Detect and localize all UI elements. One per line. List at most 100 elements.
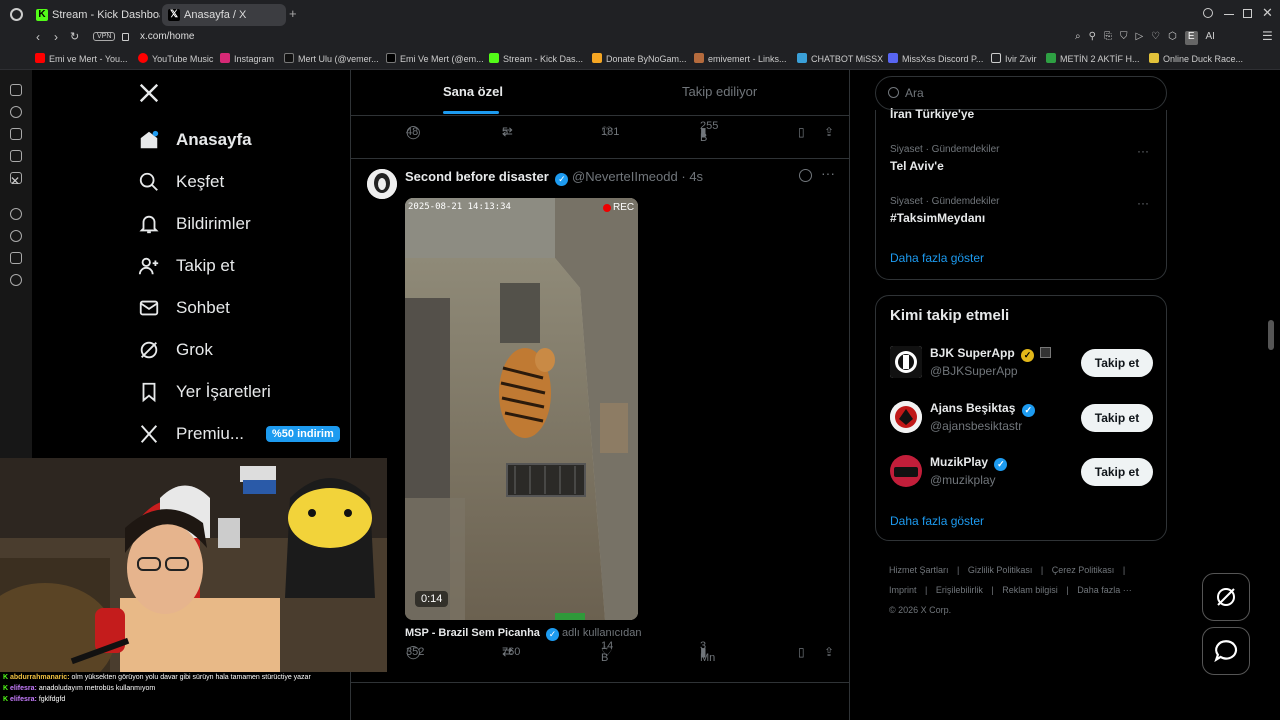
maximize-button[interactable] — [1243, 9, 1252, 18]
snapshot-icon[interactable]: ⎘ — [1104, 31, 1112, 45]
heart-icon[interactable]: ♡ — [1151, 31, 1160, 45]
messages-floating-button[interactable] — [1202, 627, 1250, 675]
avatar[interactable] — [890, 455, 922, 487]
nav-item-chat[interactable]: Sohbet — [138, 294, 230, 322]
footer-link[interactable]: Hizmet Şartları — [889, 565, 949, 575]
bookmark-item[interactable]: MissXss Discord P... — [888, 52, 983, 66]
bookmark-item[interactable]: Online Duck Race... — [1149, 52, 1243, 66]
nav-item-premium[interactable]: Premiu... %50 indirim — [138, 420, 340, 448]
trend-item[interactable]: Siyaset · Gündemdekiler Tel Aviv'e ··· — [890, 144, 1155, 173]
pin-icon[interactable]: ⚲ — [1089, 31, 1096, 45]
post-time[interactable]: 4s — [689, 169, 703, 184]
footer-link[interactable]: Çerez Politikası — [1052, 565, 1115, 575]
bookmark-item[interactable]: YouTube Music — [138, 52, 213, 66]
nav-item-follow[interactable]: Takip et — [138, 252, 235, 280]
show-more-link[interactable]: Daha fazla göster — [890, 251, 984, 265]
bookmark-item[interactable]: emivemert - Links... — [694, 52, 787, 66]
post-video[interactable]: 2025-08-21 14:13:34 REC 0:14 — [405, 198, 638, 620]
sidebar-app-icon[interactable] — [10, 252, 22, 264]
post-author-handle[interactable]: @NeverteIImeodd — [572, 169, 678, 184]
bookmark-item[interactable]: CHATBOT MiSSX — [797, 52, 883, 66]
scrollbar[interactable] — [1268, 320, 1274, 350]
more-options-icon[interactable]: ··· — [1137, 144, 1149, 158]
nav-item-label: Yer İşaretleri — [176, 382, 271, 401]
video-source-account[interactable]: MSP - Brazil Sem Picanha — [405, 627, 540, 639]
tab-kick-dashboard[interactable]: K Stream - Kick Dashboard — [30, 4, 160, 26]
follow-suggestion[interactable]: MuzikPlay ✓ @muzikplay Takip et — [876, 453, 1166, 493]
sidebar-x-icon[interactable]: ✕ — [10, 174, 20, 188]
footer-link[interactable]: Gizlilik Politikası — [968, 565, 1033, 575]
avatar[interactable] — [890, 401, 922, 433]
vpn-badge[interactable]: VPN — [93, 32, 116, 41]
post[interactable]: Second before disaster ✓ @NeverteIImeodd… — [351, 159, 849, 689]
footer-link[interactable]: Reklam bilgisi — [1002, 585, 1058, 595]
grok-icon[interactable] — [799, 169, 812, 182]
x-logo-icon[interactable] — [138, 82, 160, 109]
bookmark-item[interactable]: Mert Ulu (@vemer... — [284, 52, 379, 66]
search-tabs-icon[interactable] — [1203, 8, 1213, 18]
shield-icon[interactable]: ⛉ — [1120, 31, 1128, 45]
nav-item-grok[interactable]: Grok — [138, 336, 213, 364]
show-more-link[interactable]: Daha fazla göster — [890, 514, 984, 528]
sidebar-history-icon[interactable] — [10, 230, 22, 242]
zoom-icon[interactable]: ⌕ — [1075, 31, 1081, 45]
ai-button[interactable]: AI — [1206, 31, 1215, 45]
more-options-icon[interactable]: ··· — [1137, 196, 1149, 210]
nav-item-explore[interactable]: Keşfet — [138, 168, 224, 196]
bookmark-item[interactable]: Donate ByNoGam... — [592, 52, 687, 66]
back-icon[interactable]: ‹ — [36, 30, 40, 44]
avatar[interactable] — [890, 346, 922, 378]
nav-item-bookmarks[interactable]: Yer İşaretleri — [138, 378, 271, 406]
tab-anasayfa-x[interactable]: 𝕏 Anasayfa / X — [162, 4, 286, 26]
search-input[interactable]: Ara — [875, 76, 1167, 110]
suggestion-handle: @muzikplay — [930, 473, 996, 487]
post-author-name[interactable]: Second before disaster — [405, 169, 549, 184]
bookmark-item[interactable]: Stream - Kick Das... — [489, 52, 583, 66]
close-window-button[interactable]: ✕ — [1262, 5, 1273, 21]
menu-icon[interactable]: ☰ — [1262, 29, 1273, 43]
browser-logo-icon[interactable] — [10, 8, 23, 21]
tab-for-you[interactable]: Sana özel — [443, 82, 503, 114]
extensions-icon[interactable]: ⬡ — [1168, 31, 1177, 45]
sidebar-app-icon[interactable] — [10, 150, 22, 162]
footer-link[interactable]: Daha fazla ··· — [1077, 585, 1132, 595]
nav-item-home[interactable]: Anasayfa — [138, 126, 252, 154]
follow-button[interactable]: Takip et — [1081, 458, 1153, 486]
bookmark-item[interactable]: Emi ve Mert - You... — [35, 52, 128, 66]
footer-link[interactable]: Erişilebilirlik — [936, 585, 983, 595]
instagram-icon — [220, 53, 230, 63]
bookmark-item[interactable]: METİN 2 AKTİF H... — [1046, 52, 1140, 66]
verified-badge-icon: ✓ — [545, 628, 559, 641]
reload-icon[interactable]: ↻ — [70, 30, 79, 43]
follow-button[interactable]: Takip et — [1081, 349, 1153, 377]
active-tab-indicator — [443, 111, 499, 114]
sidebar-app-icon[interactable] — [10, 84, 22, 96]
search-placeholder: Ara — [905, 86, 924, 100]
tab-following[interactable]: Takip ediliyor — [682, 82, 757, 102]
minimize-button[interactable] — [1224, 14, 1234, 15]
follow-suggestion[interactable]: BJK SuperApp ✓ @BJKSuperApp Takip et — [876, 344, 1166, 384]
stream-chat-overlay: K abdurrahmanaric: olm yüksekten görüyon… — [0, 672, 350, 720]
footer-link[interactable]: Imprint — [889, 585, 917, 595]
trend-item[interactable]: Siyaset · Gündemdekiler #TaksimMeydanı ·… — [890, 196, 1155, 225]
follow-button[interactable]: Takip et — [1081, 404, 1153, 432]
bookmark-item[interactable]: Instagram — [220, 52, 274, 66]
grok-floating-button[interactable] — [1202, 573, 1250, 621]
bookmark-item[interactable]: Emi Ve Mert (@em... — [386, 52, 484, 66]
bookmark-folder[interactable]: Ivir Zivir — [991, 52, 1037, 66]
more-options-icon[interactable]: ··· — [821, 165, 835, 181]
profile-avatar[interactable]: E — [1184, 31, 1198, 45]
follow-suggestion[interactable]: Ajans Beşiktaş ✓ @ajansbesiktastr Takip … — [876, 399, 1166, 439]
sidebar-app-icon[interactable] — [10, 128, 22, 140]
forward-icon[interactable]: › — [54, 30, 58, 44]
new-tab-button[interactable]: + — [289, 6, 297, 21]
trend-title[interactable]: İran Türkiye'ye — [890, 108, 974, 120]
sidebar-app-icon[interactable] — [10, 106, 22, 118]
address-input[interactable]: x.com/home — [140, 31, 194, 42]
sidebar-app-icon[interactable] — [10, 208, 22, 220]
bookmark-icon: ▯ — [798, 645, 805, 659]
avatar[interactable] — [367, 169, 397, 199]
sidebar-settings-icon[interactable] — [10, 274, 22, 286]
play-icon[interactable]: ▷ — [1135, 31, 1143, 45]
nav-item-notifications[interactable]: Bildirimler — [138, 210, 251, 238]
